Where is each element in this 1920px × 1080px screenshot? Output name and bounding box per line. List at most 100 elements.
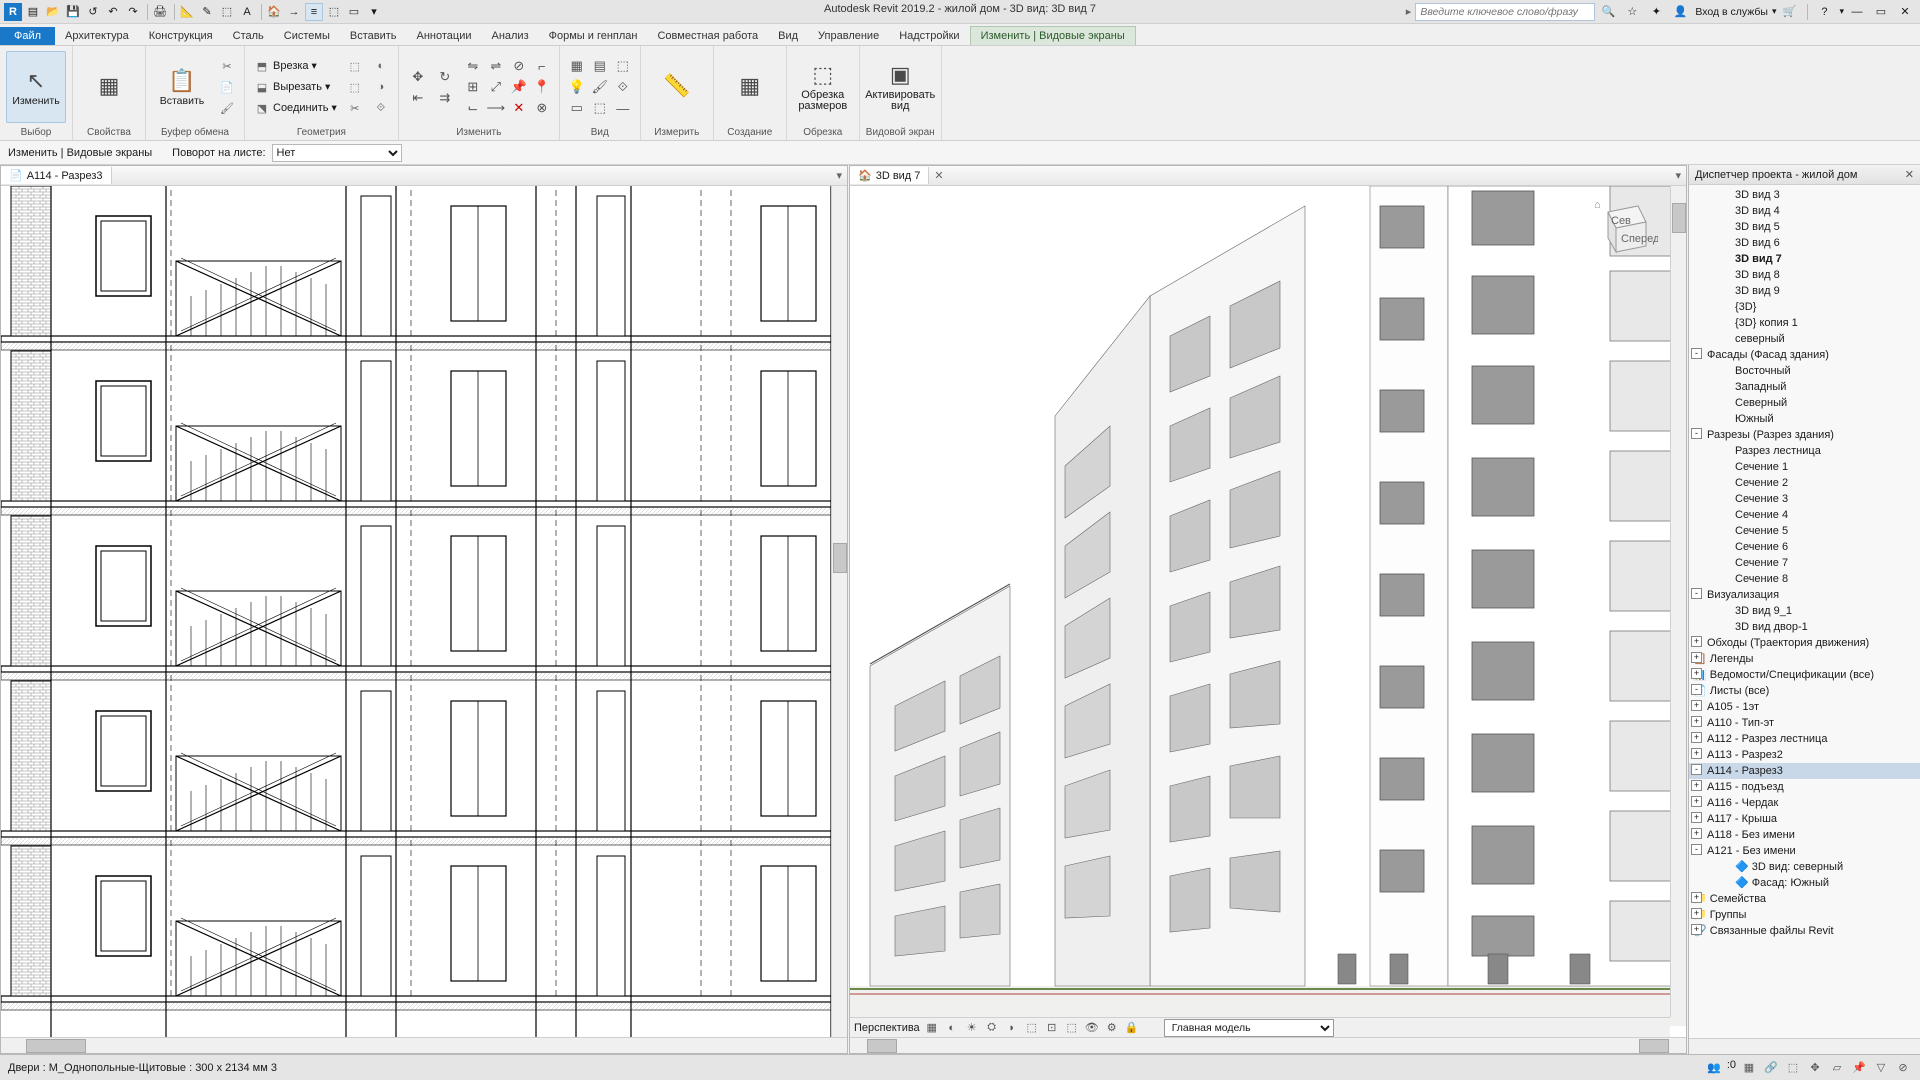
sb-filter-icon[interactable]: ▽ xyxy=(1872,1059,1890,1077)
tab-Конструкция[interactable]: Конструкция xyxy=(139,27,223,45)
redo-icon[interactable]: ↷ xyxy=(124,3,142,21)
corner-icon[interactable]: ⌙ xyxy=(462,98,484,118)
tree-expander-icon[interactable]: + xyxy=(1691,828,1702,839)
restore-icon[interactable]: ▭ xyxy=(1872,3,1890,21)
offset-icon[interactable]: ⇉ xyxy=(432,88,458,108)
tree-item[interactable]: -А114 - Разрез3 xyxy=(1689,763,1920,779)
tree-item[interactable]: 3D вид 7 xyxy=(1689,251,1920,267)
g4-button[interactable]: ◐ xyxy=(370,56,392,76)
tab-Системы[interactable]: Системы xyxy=(274,27,340,45)
tab-Формы-и-генплан[interactable]: Формы и генплан xyxy=(539,27,648,45)
delete-icon[interactable]: ✕ xyxy=(508,98,530,118)
tree-item[interactable]: +А110 - Тип-эт xyxy=(1689,715,1920,731)
tree-item[interactable]: +А115 - подъезд xyxy=(1689,779,1920,795)
tree-item[interactable]: 3D вид 5 xyxy=(1689,219,1920,235)
tree-item[interactable]: -Разрезы (Разрез здания) xyxy=(1689,427,1920,443)
mirror2-icon[interactable]: ⇌ xyxy=(485,56,507,76)
canvas-right[interactable]: Сев Спереди ⌂ xyxy=(850,186,1686,1037)
modify-button[interactable]: ↖ Изменить xyxy=(6,51,66,123)
section-icon[interactable]: → xyxy=(285,3,303,21)
switch-win-icon[interactable]: ▭ xyxy=(345,3,363,21)
scale-icon[interactable]: ⤢ xyxy=(485,77,507,97)
tab-Вставить[interactable]: Вставить xyxy=(340,27,407,45)
tree-item[interactable]: +А117 - Крыша xyxy=(1689,811,1920,827)
vc-crop-icon[interactable]: ⊡ xyxy=(1044,1020,1060,1036)
v6-icon[interactable]: ⟐ xyxy=(612,77,634,97)
vc-scale-icon[interactable]: ▦ xyxy=(924,1020,940,1036)
view-right-close[interactable]: ✕ xyxy=(929,169,948,182)
mirror-icon[interactable]: ⇋ xyxy=(462,56,484,76)
tree-item[interactable]: Сечение 2 xyxy=(1689,475,1920,491)
sb-link-icon[interactable]: 🔗 xyxy=(1762,1059,1780,1077)
sb-worksets-icon[interactable]: 👥 xyxy=(1705,1059,1723,1077)
user-icon[interactable]: 👤 xyxy=(1671,3,1689,21)
tree-item[interactable]: 🔷 3D вид: северный xyxy=(1689,859,1920,875)
tag-icon[interactable]: ⬚ xyxy=(218,3,236,21)
open-dd-icon[interactable]: 📂 xyxy=(44,3,62,21)
scroll-v-right[interactable] xyxy=(1670,186,1686,1017)
tree-item[interactable]: 3D вид 8 xyxy=(1689,267,1920,283)
paste-button[interactable]: 📋Вставить xyxy=(152,51,212,123)
split-icon[interactable]: ⊘ xyxy=(508,56,530,76)
sb-last-icon[interactable]: ⊘ xyxy=(1894,1059,1912,1077)
g2-button[interactable]: ⬚ xyxy=(344,77,366,97)
measure-icon[interactable]: 📐 xyxy=(178,3,196,21)
v4-icon[interactable]: 💡 xyxy=(566,77,588,97)
tree-item[interactable]: Сечение 3 xyxy=(1689,491,1920,507)
move-icon[interactable]: ✥ xyxy=(405,67,431,87)
tree-item[interactable]: +А105 - 1эт xyxy=(1689,699,1920,715)
appstore-icon[interactable]: 🛒 xyxy=(1780,3,1798,21)
tab-Совместная-работа[interactable]: Совместная работа xyxy=(647,27,768,45)
view-right-menu-icon[interactable]: ▾ xyxy=(1670,169,1686,182)
project-browser-scroll[interactable] xyxy=(1689,1038,1920,1054)
tree-item[interactable]: 3D вид 9 xyxy=(1689,283,1920,299)
vc-detail-icon[interactable]: ◐ xyxy=(944,1020,960,1036)
viewcube[interactable]: Сев Спереди ⌂ xyxy=(1588,194,1658,264)
tab-file[interactable]: Файл xyxy=(0,27,55,45)
comm-icon[interactable]: ☆ xyxy=(1623,3,1641,21)
tree-item[interactable]: Сечение 8 xyxy=(1689,571,1920,587)
revit-logo-icon[interactable]: R xyxy=(4,3,22,21)
tree-item[interactable]: +📊 Ведомости/Спецификации (все) xyxy=(1689,667,1920,683)
tree-expander-icon[interactable]: + xyxy=(1691,636,1702,647)
tree-expander-icon[interactable]: - xyxy=(1691,684,1702,695)
vc-reveal-icon[interactable]: ⚙ xyxy=(1104,1020,1120,1036)
g3-button[interactable]: ✂ xyxy=(344,98,366,118)
tab-Управление[interactable]: Управление xyxy=(808,27,889,45)
sb-model-icon[interactable]: ▦ xyxy=(1740,1059,1758,1077)
tree-item[interactable]: +А118 - Без имени xyxy=(1689,827,1920,843)
default3d-icon[interactable]: 🏠 xyxy=(265,3,283,21)
copy-button[interactable]: 📄 xyxy=(216,77,238,97)
scroll-v-left[interactable] xyxy=(831,186,847,1037)
sb-select-icon[interactable]: ⬚ xyxy=(1784,1059,1802,1077)
tab-Надстройки[interactable]: Надстройки xyxy=(889,27,969,45)
project-browser-close-icon[interactable]: ✕ xyxy=(1905,168,1914,181)
tree-item[interactable]: {3D} xyxy=(1689,299,1920,315)
tab-Архитектура[interactable]: Архитектура xyxy=(55,27,139,45)
sb-drag-icon[interactable]: ✥ xyxy=(1806,1059,1824,1077)
tree-item[interactable]: Сечение 4 xyxy=(1689,507,1920,523)
tree-item[interactable]: -📄 Листы (все) xyxy=(1689,683,1920,699)
cut-button[interactable]: ✂ xyxy=(216,56,238,76)
tree-expander-icon[interactable]: - xyxy=(1691,844,1702,855)
view-tab-right[interactable]: 🏠3D вид 7 xyxy=(850,167,929,184)
tree-expander-icon[interactable]: - xyxy=(1691,348,1702,359)
create-button[interactable]: ▦ xyxy=(720,51,780,123)
tree-expander-icon[interactable]: - xyxy=(1691,588,1702,599)
activate-view-button[interactable]: ▣Активироватьвид xyxy=(870,51,930,123)
cutg-button[interactable]: ⬓Вырезать ▾ xyxy=(251,77,340,97)
close-icon[interactable]: ✕ xyxy=(1896,3,1914,21)
tree-item[interactable]: Западный xyxy=(1689,379,1920,395)
tree-expander-icon[interactable]: + xyxy=(1691,668,1702,679)
tree-expander-icon[interactable]: + xyxy=(1691,812,1702,823)
vc-crop2-icon[interactable]: ⬚ xyxy=(1064,1020,1080,1036)
v8-icon[interactable]: ⬚ xyxy=(589,98,611,118)
vc-render-icon[interactable]: ⬚ xyxy=(1024,1020,1040,1036)
sub-icon[interactable]: ✦ xyxy=(1647,3,1665,21)
g5-button[interactable]: ◑ xyxy=(370,77,392,97)
tree-item[interactable]: 3D вид 6 xyxy=(1689,235,1920,251)
tree-item[interactable]: 3D вид 9_1 xyxy=(1689,603,1920,619)
tree-item[interactable]: 3D вид двор-1 xyxy=(1689,619,1920,635)
tab-Сталь[interactable]: Сталь xyxy=(223,27,274,45)
demo-icon[interactable]: ⊗ xyxy=(531,98,553,118)
